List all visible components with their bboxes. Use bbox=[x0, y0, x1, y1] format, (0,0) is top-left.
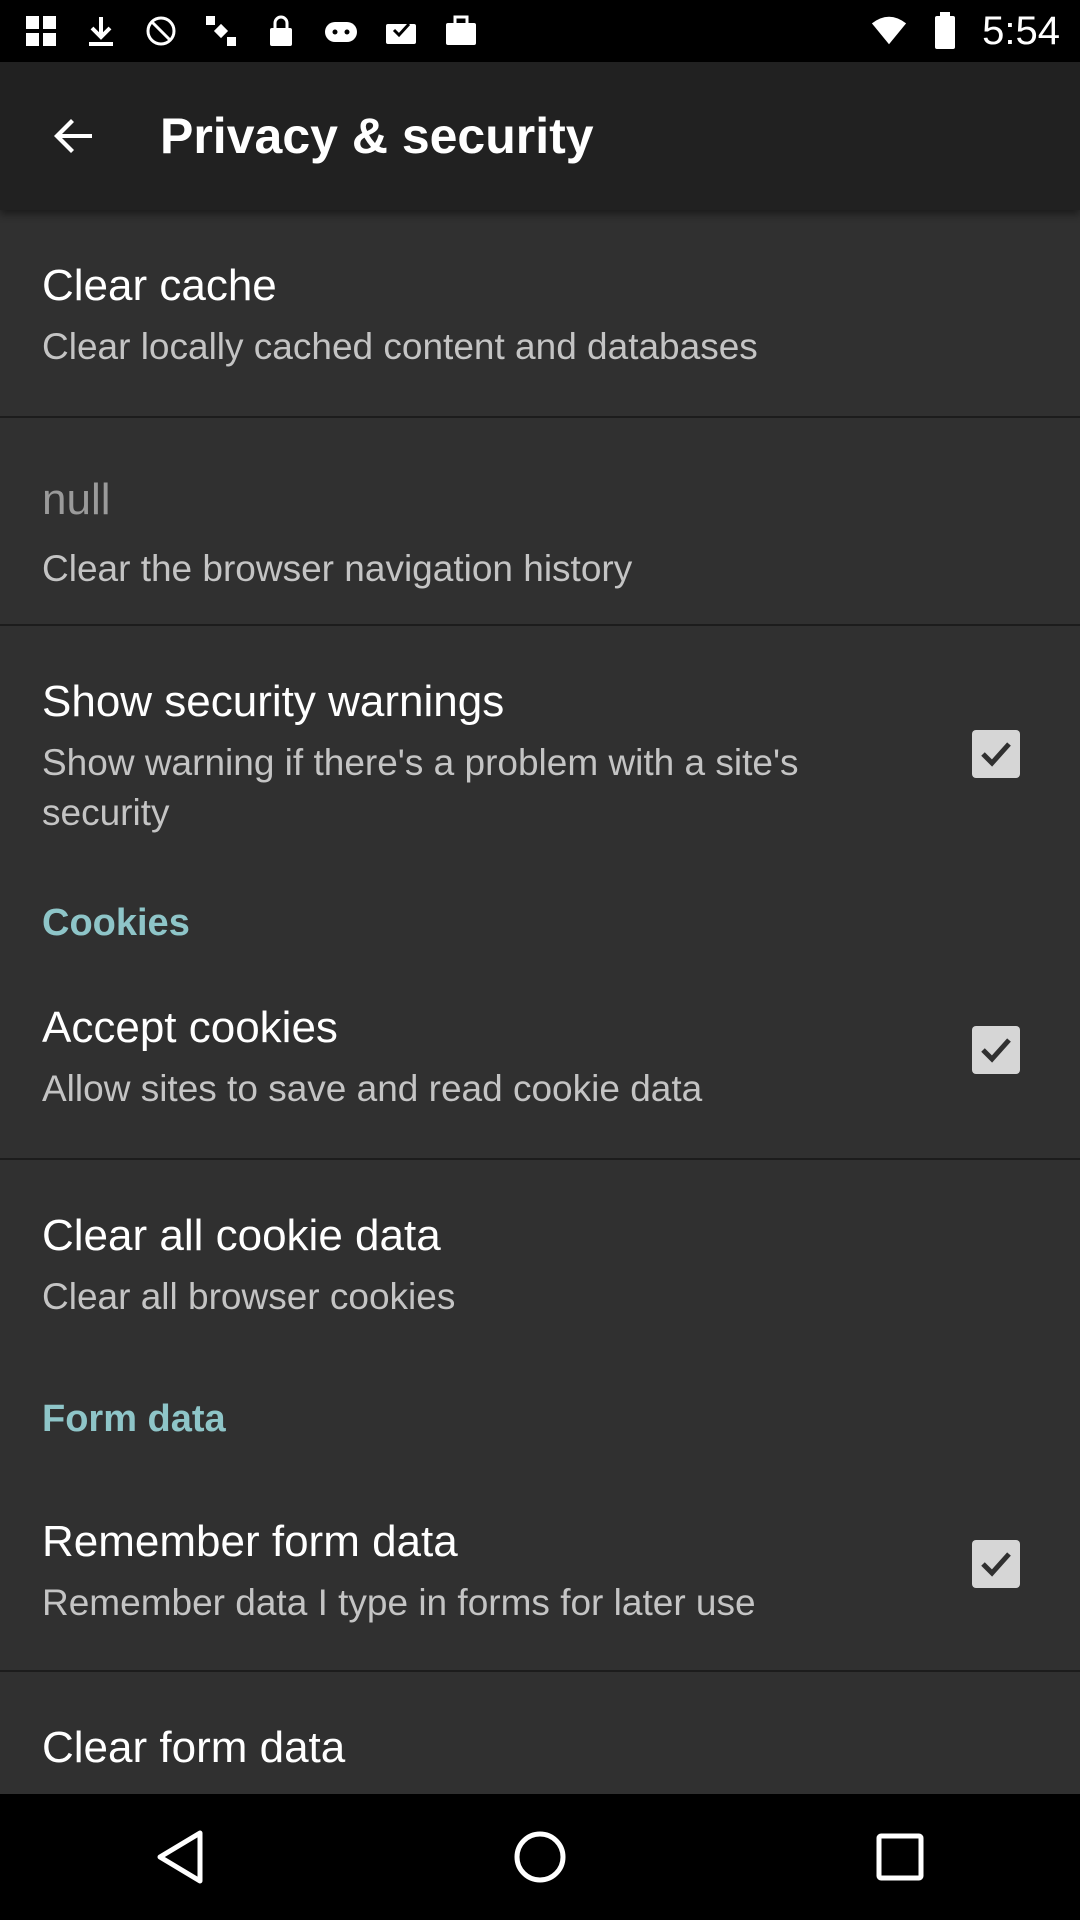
section-header-cookies: Cookies bbox=[42, 902, 190, 944]
grid-icon bbox=[22, 12, 60, 50]
remember-form-data-checkbox[interactable] bbox=[972, 1540, 1020, 1588]
clear-cache-item[interactable]: Clear cache Clear locally cached content… bbox=[0, 210, 1080, 416]
item-title: null bbox=[42, 475, 111, 524]
wifi-icon bbox=[870, 12, 908, 50]
satellite-icon bbox=[202, 12, 240, 50]
checkmark-icon bbox=[981, 1038, 1011, 1063]
notification-icons bbox=[22, 12, 480, 50]
recents-square-icon bbox=[876, 1833, 924, 1881]
item-title: Clear form data bbox=[42, 1723, 346, 1772]
item-subtitle: Remember data I type in forms for later … bbox=[42, 1582, 756, 1623]
app-bar: Privacy & security bbox=[0, 62, 1080, 210]
nav-back-button[interactable] bbox=[140, 1817, 220, 1897]
back-triangle-icon bbox=[157, 1830, 203, 1884]
inbox-check-icon bbox=[382, 12, 420, 50]
no-sign-icon bbox=[142, 12, 180, 50]
accept-cookies-item[interactable]: Accept cookies Allow sites to save and r… bbox=[0, 982, 1080, 1158]
item-title: Remember form data bbox=[42, 1517, 458, 1566]
lock-icon bbox=[262, 12, 300, 50]
download-icon bbox=[82, 12, 120, 50]
status-time: 5:54 bbox=[982, 8, 1060, 53]
clear-form-data-item[interactable]: Clear form data bbox=[0, 1672, 1080, 1794]
home-circle-icon bbox=[514, 1831, 566, 1883]
item-title: Clear cache bbox=[42, 261, 277, 310]
game-icon bbox=[322, 12, 360, 50]
item-subtitle: Clear all browser cookies bbox=[42, 1276, 456, 1317]
settings-list: Clear cache Clear locally cached content… bbox=[0, 210, 1080, 1794]
status-bar: 5:54 bbox=[0, 0, 1080, 62]
item-subtitle: Clear the browser navigation history bbox=[42, 548, 633, 589]
nav-recents-button[interactable] bbox=[860, 1817, 940, 1897]
navigation-bar bbox=[0, 1794, 1080, 1920]
item-subtitle: Allow sites to save and read cookie data bbox=[42, 1068, 703, 1109]
checkmark-icon bbox=[981, 742, 1011, 767]
battery-icon bbox=[926, 12, 964, 50]
clear-cookie-data-item[interactable]: Clear all cookie data Clear all browser … bbox=[0, 1160, 1080, 1366]
checkmark-icon bbox=[981, 1552, 1011, 1577]
accept-cookies-checkbox[interactable] bbox=[972, 1026, 1020, 1074]
arrow-back-icon bbox=[54, 119, 92, 153]
show-security-warnings-item[interactable]: Show security warnings Show warning if t… bbox=[0, 626, 1080, 882]
page-title: Privacy & security bbox=[160, 108, 594, 164]
item-title: Show security warnings bbox=[42, 677, 505, 726]
section-header-form-data: Form data bbox=[42, 1398, 226, 1440]
item-subtitle: Clear locally cached content and databas… bbox=[42, 326, 758, 367]
remember-form-data-item[interactable]: Remember form data Remember data I type … bbox=[0, 1480, 1080, 1670]
nav-home-button[interactable] bbox=[500, 1817, 580, 1897]
item-title: Accept cookies bbox=[42, 1003, 338, 1052]
item-title: Clear all cookie data bbox=[42, 1211, 441, 1260]
back-button[interactable] bbox=[42, 104, 106, 168]
clear-history-item[interactable]: null Clear the browser navigation histor… bbox=[0, 418, 1080, 624]
briefcase-icon bbox=[442, 12, 480, 50]
item-subtitle: Show warning if there's a problem with a… bbox=[42, 742, 799, 833]
security-warnings-checkbox[interactable] bbox=[972, 730, 1020, 778]
